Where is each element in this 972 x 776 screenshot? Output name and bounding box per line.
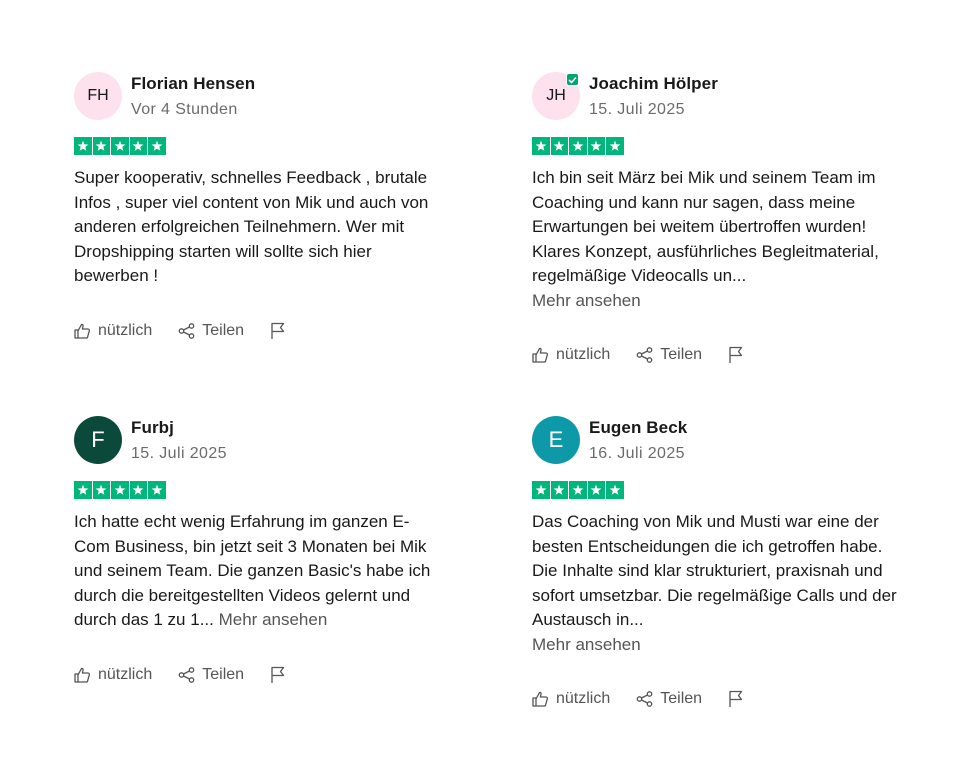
report-button[interactable]	[270, 666, 286, 684]
review-header: E Eugen Beck 16. Juli 2025	[532, 416, 912, 464]
review-text: Super kooperativ, schnelles Feedback , b…	[74, 166, 444, 289]
review-header: FH Florian Hensen Vor 4 Stunden	[74, 72, 454, 120]
star-rating	[74, 481, 454, 499]
review-date: 15. Juli 2025	[131, 445, 227, 462]
review-header: F Furbj 15. Juli 2025	[74, 416, 454, 464]
verified-badge-icon	[566, 73, 579, 86]
reviewer-meta: Joachim Hölper 15. Juli 2025	[589, 72, 718, 121]
share-label: Teilen	[202, 322, 245, 339]
useful-label: nützlich	[98, 322, 153, 339]
star-icon	[606, 137, 624, 155]
star-icon	[92, 137, 110, 155]
review-text: Ich bin seit März bei Mik und seinem Tea…	[532, 166, 902, 314]
thumbs-up-icon	[74, 323, 91, 339]
review-actions: nützlich Teilen	[532, 344, 744, 366]
thumbs-up-icon	[532, 347, 549, 363]
useful-label: nützlich	[556, 690, 611, 707]
star-icon	[148, 481, 166, 499]
reviewer-name[interactable]: Joachim Hölper	[589, 73, 718, 95]
star-rating	[532, 481, 912, 499]
share-label: Teilen	[660, 690, 703, 707]
reviewer-name[interactable]: Furbj	[131, 417, 227, 439]
report-button[interactable]	[270, 322, 286, 340]
star-icon	[111, 137, 129, 155]
star-icon	[569, 481, 587, 499]
useful-label: nützlich	[556, 346, 611, 363]
useful-button[interactable]: nützlich	[532, 690, 610, 708]
star-icon	[92, 481, 110, 499]
review-card-eugen-beck: E Eugen Beck 16. Juli 2025 Das Coaching …	[532, 416, 912, 707]
star-icon	[569, 137, 587, 155]
star-rating	[74, 137, 454, 155]
read-more-link[interactable]: Mehr ansehen	[532, 291, 641, 310]
star-icon	[129, 481, 147, 499]
star-icon	[587, 481, 605, 499]
star-icon	[532, 481, 550, 499]
useful-label: nützlich	[98, 666, 153, 683]
flag-icon	[729, 346, 743, 363]
reviewer-meta: Eugen Beck 16. Juli 2025	[589, 416, 687, 465]
review-card-furbj: F Furbj 15. Juli 2025 Ich hatte echt wen…	[74, 416, 454, 683]
review-actions: nützlich Teilen	[74, 320, 286, 342]
review-text: Das Coaching von Mik und Musti war eine …	[532, 510, 902, 658]
review-card-joachim-hoelper: JH Joachim Hölper 15. Juli 2025 Ich bin …	[532, 72, 912, 363]
flag-icon	[271, 666, 285, 683]
share-button[interactable]: Teilen	[178, 322, 244, 340]
review-date: 15. Juli 2025	[589, 101, 685, 118]
avatar[interactable]: FH	[74, 72, 122, 120]
review-date: Vor 4 Stunden	[131, 101, 238, 118]
review-date: 16. Juli 2025	[589, 445, 685, 462]
review-header: JH Joachim Hölper 15. Juli 2025	[532, 72, 912, 120]
star-icon	[550, 137, 568, 155]
star-icon	[111, 481, 129, 499]
star-icon	[74, 137, 92, 155]
star-icon	[606, 481, 624, 499]
avatar[interactable]: JH	[532, 72, 580, 120]
share-icon	[636, 347, 653, 363]
review-actions: nützlich Teilen	[532, 688, 744, 710]
report-button[interactable]	[728, 690, 744, 708]
useful-button[interactable]: nützlich	[74, 322, 152, 340]
star-rating	[532, 137, 912, 155]
share-button[interactable]: Teilen	[636, 346, 702, 364]
read-more-link[interactable]: Mehr ansehen	[532, 635, 641, 654]
report-button[interactable]	[728, 346, 744, 364]
share-label: Teilen	[660, 346, 703, 363]
share-icon	[178, 667, 195, 683]
share-button[interactable]: Teilen	[178, 666, 244, 684]
review-card-florian-hensen: FH Florian Hensen Vor 4 Stunden Super ko…	[74, 72, 454, 339]
star-icon	[550, 481, 568, 499]
reviewer-name[interactable]: Eugen Beck	[589, 417, 687, 439]
avatar[interactable]: E	[532, 416, 580, 464]
review-text: Ich hatte echt wenig Erfahrung im ganzen…	[74, 510, 444, 633]
share-icon	[178, 323, 195, 339]
review-body: Super kooperativ, schnelles Feedback , b…	[74, 168, 429, 286]
star-icon	[532, 137, 550, 155]
share-label: Teilen	[202, 666, 245, 683]
reviewer-meta: Furbj 15. Juli 2025	[131, 416, 227, 465]
avatar-initials: JH	[546, 87, 566, 104]
flag-icon	[729, 690, 743, 707]
thumbs-up-icon	[532, 691, 549, 707]
flag-icon	[271, 322, 285, 339]
avatar[interactable]: F	[74, 416, 122, 464]
review-body: Ich bin seit März bei Mik und seinem Tea…	[532, 168, 879, 286]
review-body: Das Coaching von Mik und Musti war eine …	[532, 512, 897, 630]
thumbs-up-icon	[74, 667, 91, 683]
useful-button[interactable]: nützlich	[532, 346, 610, 364]
useful-button[interactable]: nützlich	[74, 666, 152, 684]
read-more-link[interactable]: Mehr ansehen	[219, 610, 328, 629]
share-icon	[636, 691, 653, 707]
star-icon	[148, 137, 166, 155]
reviewer-meta: Florian Hensen Vor 4 Stunden	[131, 72, 255, 121]
star-icon	[74, 481, 92, 499]
reviewer-name[interactable]: Florian Hensen	[131, 73, 255, 95]
star-icon	[587, 137, 605, 155]
share-button[interactable]: Teilen	[636, 690, 702, 708]
star-icon	[129, 137, 147, 155]
review-actions: nützlich Teilen	[74, 664, 286, 686]
